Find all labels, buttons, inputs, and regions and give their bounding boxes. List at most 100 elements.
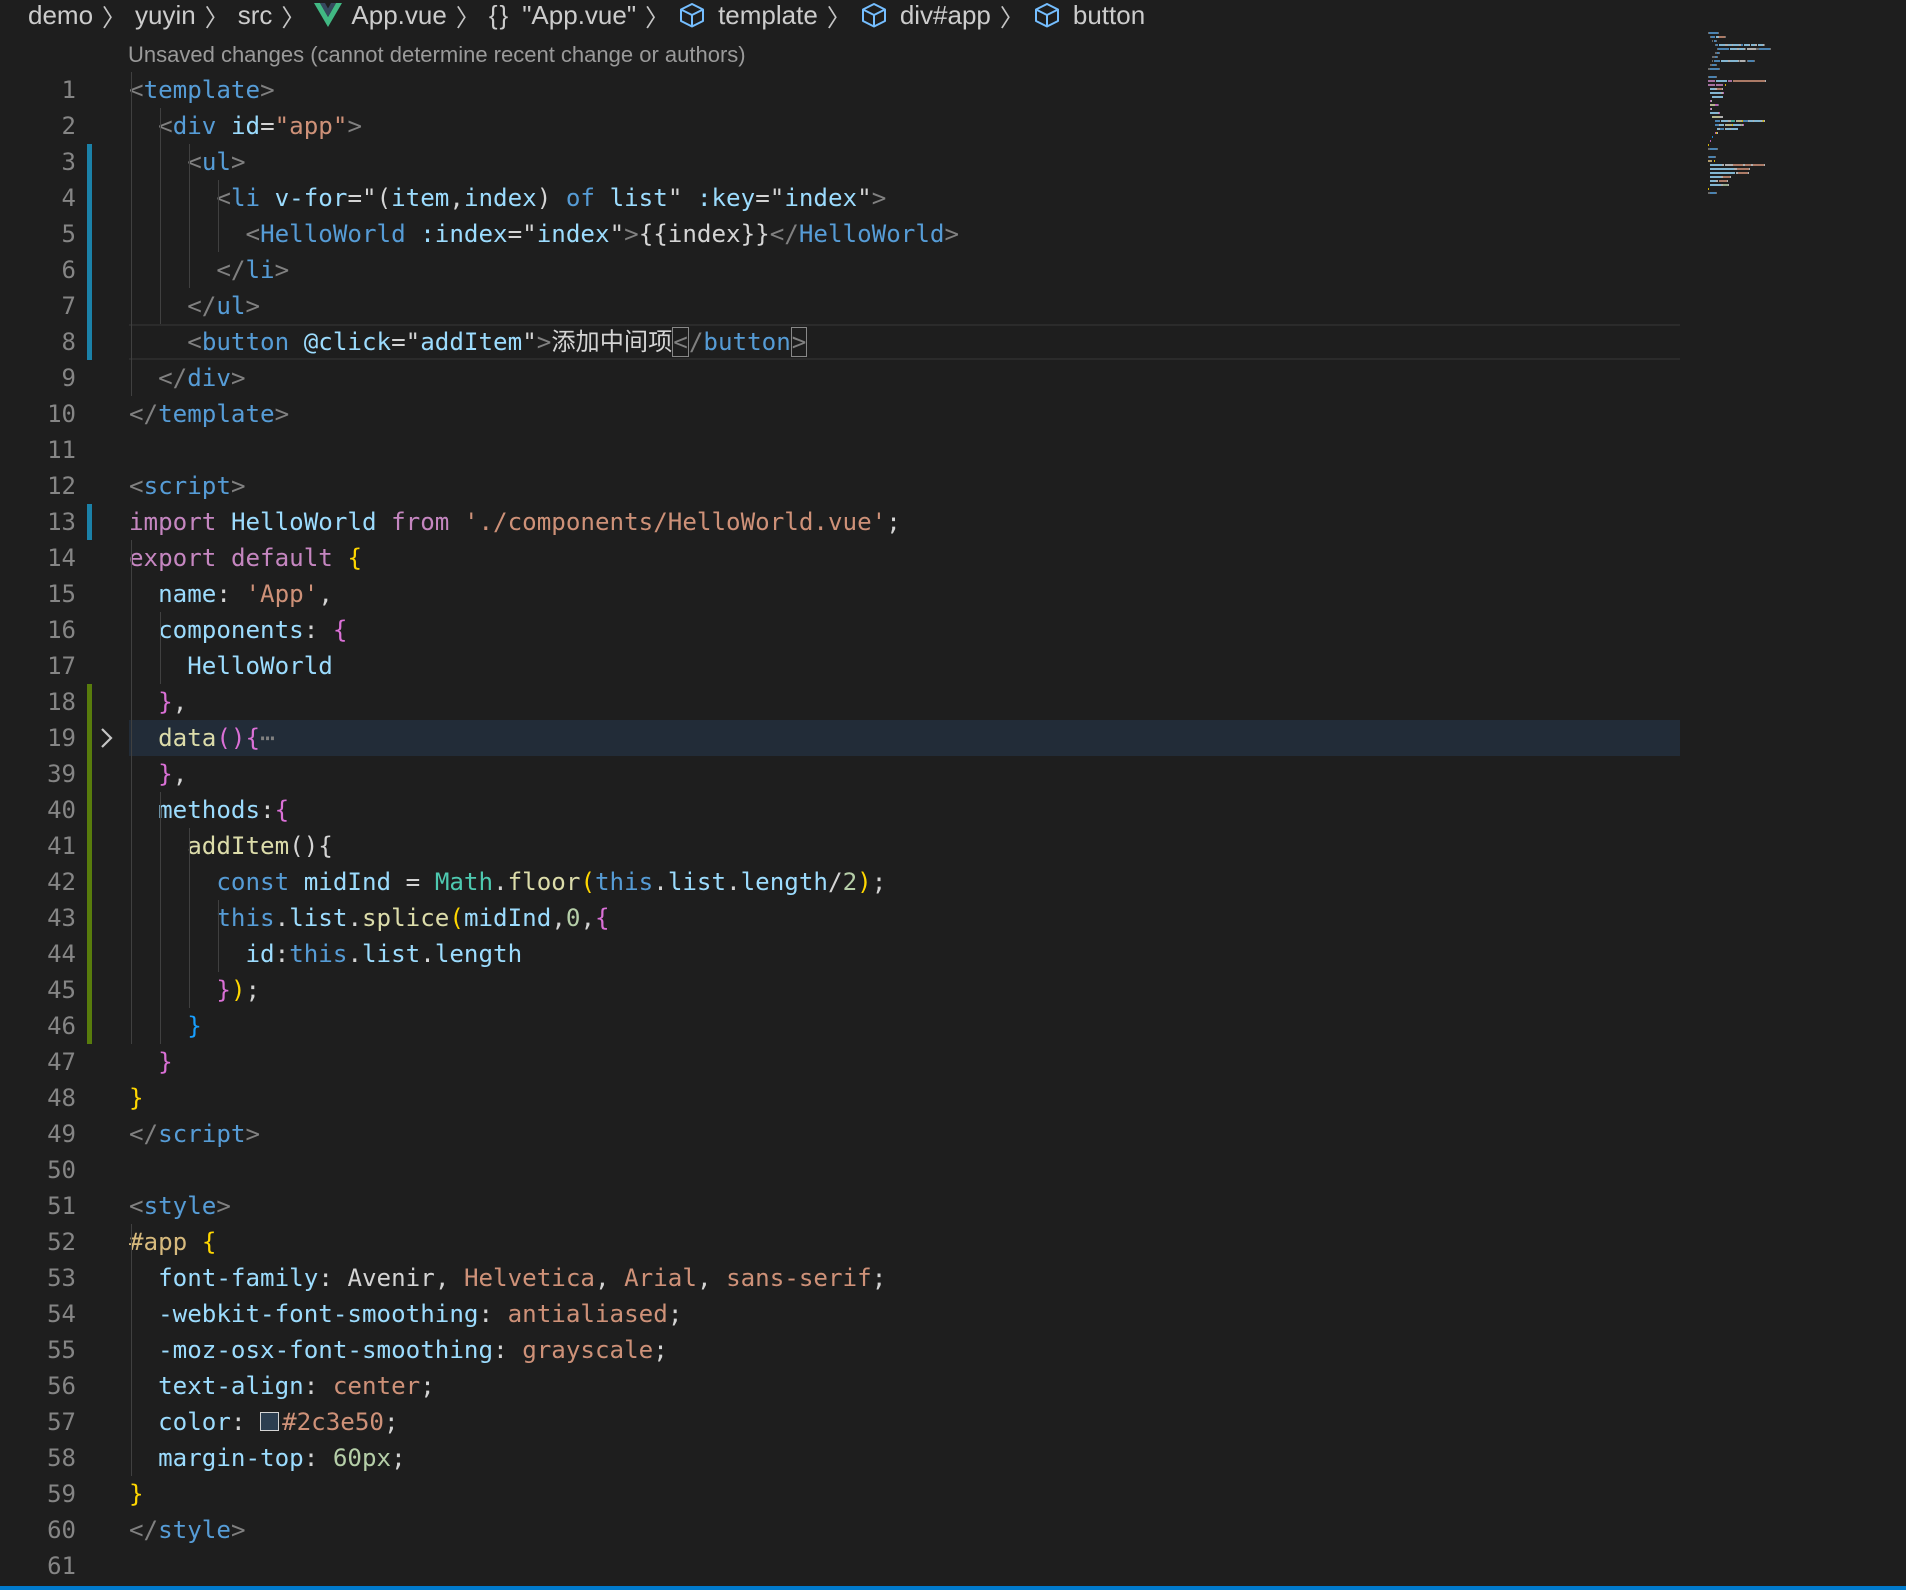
code-line[interactable]: 40 methods:{ <box>0 792 1680 828</box>
code-text: const midInd = Math.floor(this.list.leng… <box>129 864 886 900</box>
gutter-modified-marker[interactable] <box>87 252 92 288</box>
code-line[interactable]: 4 <li v-for="(item,index) of list" :key=… <box>0 180 1680 216</box>
breadcrumb-item-demo[interactable]: demo <box>28 0 93 31</box>
code-line[interactable]: 12 <script> <box>0 468 1680 504</box>
line-number: 51 <box>47 1192 76 1220</box>
gutter-modified-marker[interactable] <box>87 216 92 252</box>
code-line[interactable]: 59} <box>0 1476 1680 1512</box>
code-line[interactable]: 57 color: #2c3e50; <box>0 1404 1680 1440</box>
code-line[interactable]: 58 margin-top: 60px; <box>0 1440 1680 1476</box>
code-line[interactable]: 41 addItem(){ <box>0 828 1680 864</box>
code-line[interactable]: 8 <button @click="addItem">添加中间项</button… <box>0 324 1680 360</box>
gutter-added-marker[interactable] <box>87 936 92 972</box>
code-line[interactable]: 7 </ul> <box>0 288 1680 324</box>
code-line[interactable]: 19 data(){⋯ <box>0 720 1680 756</box>
minimap-line <box>1710 112 1718 114</box>
code-line[interactable]: 1 <template> <box>0 72 1680 108</box>
code-token: 'App' <box>245 580 319 608</box>
code-line[interactable]: 9 </div> <box>0 360 1680 396</box>
minimap-line <box>1747 172 1749 174</box>
code-line[interactable]: 46 } <box>0 1008 1680 1044</box>
code-line[interactable]: 45 }); <box>0 972 1680 1008</box>
minimap-line <box>1713 60 1721 62</box>
code-text: }, <box>129 756 187 792</box>
chevron-right-icon: 〉 <box>455 4 480 32</box>
line-number: 48 <box>47 1084 76 1112</box>
code-line[interactable]: 55 -moz-osx-font-smoothing: grayscale; <box>0 1332 1680 1368</box>
code-line[interactable]: 10 </template> <box>0 396 1680 432</box>
gutter-added-marker[interactable] <box>87 1008 92 1044</box>
code-token: li <box>245 256 275 284</box>
code-token: =" <box>391 328 421 356</box>
code-token: : <box>493 1336 523 1364</box>
breadcrumb-item-app-vue-module[interactable]: {} "App.vue" <box>489 0 636 31</box>
codelens-unsaved-changes[interactable]: Unsaved changes (cannot determine recent… <box>128 42 746 68</box>
code-text: name: 'App', <box>129 576 333 612</box>
code-token: > <box>245 292 261 320</box>
breadcrumb-item-src[interactable]: src <box>238 0 273 31</box>
code-line[interactable]: 47 } <box>0 1044 1680 1080</box>
gutter-added-marker[interactable] <box>87 684 92 720</box>
code-token: addItem <box>420 328 523 356</box>
code-text: </script> <box>129 1116 260 1152</box>
code-line[interactable]: 14 export default { <box>0 540 1680 576</box>
gutter-modified-marker[interactable] <box>87 288 92 324</box>
code-line[interactable]: 50 <box>0 1152 1680 1188</box>
gutter-added-marker[interactable] <box>87 900 92 936</box>
code-line[interactable]: 56 text-align: center; <box>0 1368 1680 1404</box>
code-line[interactable]: 39 }, <box>0 756 1680 792</box>
code-line[interactable]: 60 </style> <box>0 1512 1680 1548</box>
code-line[interactable]: 13 import HelloWorld from './components/H… <box>0 504 1680 540</box>
code-token: () <box>216 724 246 752</box>
minimap[interactable] <box>1680 30 1906 230</box>
status-bar-edge <box>0 1586 1906 1590</box>
code-token: : <box>303 1444 333 1472</box>
breadcrumb-item-yuyin[interactable]: yuyin <box>135 0 196 31</box>
code-line[interactable]: 11 <box>0 432 1680 468</box>
gutter-added-marker[interactable] <box>87 972 92 1008</box>
code-line[interactable]: 42 const midInd = Math.floor(this.list.l… <box>0 864 1680 900</box>
breadcrumb-item-template[interactable]: template <box>678 0 818 31</box>
code-line[interactable]: 49 </script> <box>0 1116 1680 1152</box>
code-line[interactable]: 54 -webkit-font-smoothing: antialiased; <box>0 1296 1680 1332</box>
code-line[interactable]: 51 <style> <box>0 1188 1680 1224</box>
gutter-added-marker[interactable] <box>87 828 92 864</box>
code-editor[interactable]: 1 <template> 2 <div id="app"> 3 <ul> 4 <li v… <box>0 72 1680 1584</box>
chevron-right-fold-icon[interactable] <box>96 725 118 751</box>
code-line[interactable]: 53 font-family: Avenir, Helvetica, Arial… <box>0 1260 1680 1296</box>
gutter-modified-marker[interactable] <box>87 504 92 540</box>
code-line[interactable]: 2 <div id="app"> <box>0 108 1680 144</box>
minimap-line <box>1711 36 1715 38</box>
gutter-added-marker[interactable] <box>87 720 92 756</box>
gutter-added-marker[interactable] <box>87 864 92 900</box>
vue-logo-icon <box>314 3 343 27</box>
breadcrumb-item-div-app[interactable]: div#app <box>860 0 991 31</box>
code-line[interactable]: 6 </li> <box>0 252 1680 288</box>
code-line[interactable]: 17 HelloWorld <box>0 648 1680 684</box>
code-token: } <box>187 1012 202 1040</box>
code-line[interactable]: 48} <box>0 1080 1680 1116</box>
code-token: index <box>784 184 858 212</box>
code-line[interactable]: 43 this.list.splice(midInd,0,{ <box>0 900 1680 936</box>
breadcrumb-item-button[interactable]: button <box>1033 0 1145 31</box>
gutter-modified-marker[interactable] <box>87 144 92 180</box>
gutter-added-marker[interactable] <box>87 792 92 828</box>
chevron-right-icon: 〉 <box>102 4 127 32</box>
code-line[interactable]: 15 name: 'App', <box>0 576 1680 612</box>
code-line[interactable]: 61 <box>0 1548 1680 1584</box>
code-line[interactable]: 52 #app { <box>0 1224 1680 1260</box>
code-line[interactable]: 18 }, <box>0 684 1680 720</box>
code-line[interactable]: 44 id:this.list.length <box>0 936 1680 972</box>
code-token: length <box>434 940 523 968</box>
gutter-modified-marker[interactable] <box>87 180 92 216</box>
code-token: < <box>129 472 144 500</box>
code-line[interactable]: 5 <HelloWorld :index="index">{{index}}</… <box>0 216 1680 252</box>
breadcrumb-item-app-vue[interactable]: App.vue <box>314 0 447 31</box>
gutter-added-marker[interactable] <box>87 756 92 792</box>
color-swatch-icon[interactable] <box>260 1412 280 1431</box>
code-line[interactable]: 3 <ul> <box>0 144 1680 180</box>
code-text: export default { <box>129 540 362 576</box>
gutter-modified-marker[interactable] <box>87 324 92 360</box>
code-line[interactable]: 16 components: { <box>0 612 1680 648</box>
